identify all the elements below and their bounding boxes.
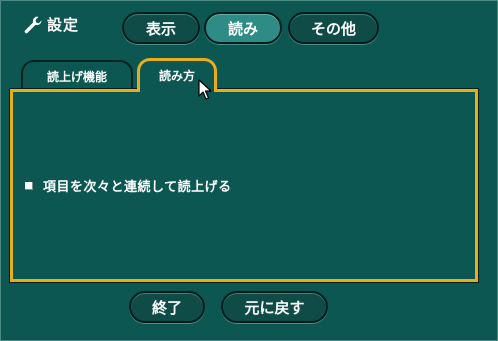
other-tab-button[interactable]: その他 (288, 12, 379, 44)
continuous-read-checkbox[interactable] (25, 181, 33, 190)
end-button[interactable]: 終了 (129, 291, 205, 323)
wrench-icon (23, 15, 43, 35)
title-label: 設定 (47, 16, 80, 34)
settings-window: 設定 表示 読み その他 読上げ機能 読み方 項目を次々と連続して読上げる 終了… (0, 0, 498, 341)
revert-button[interactable]: 元に戻す (221, 291, 328, 323)
mouse-cursor-icon (198, 79, 212, 105)
continuous-read-label: 項目を次々と連続して読上げる (43, 180, 232, 195)
display-tab-button[interactable]: 表示 (122, 12, 200, 44)
continuous-read-option[interactable]: 項目を次々と連続して読上げる (25, 176, 232, 195)
tab-read-aloud-functions[interactable]: 読上げ機能 (21, 60, 133, 90)
window-title: 設定 (23, 14, 79, 35)
read-tab-button[interactable]: 読み (204, 12, 282, 44)
